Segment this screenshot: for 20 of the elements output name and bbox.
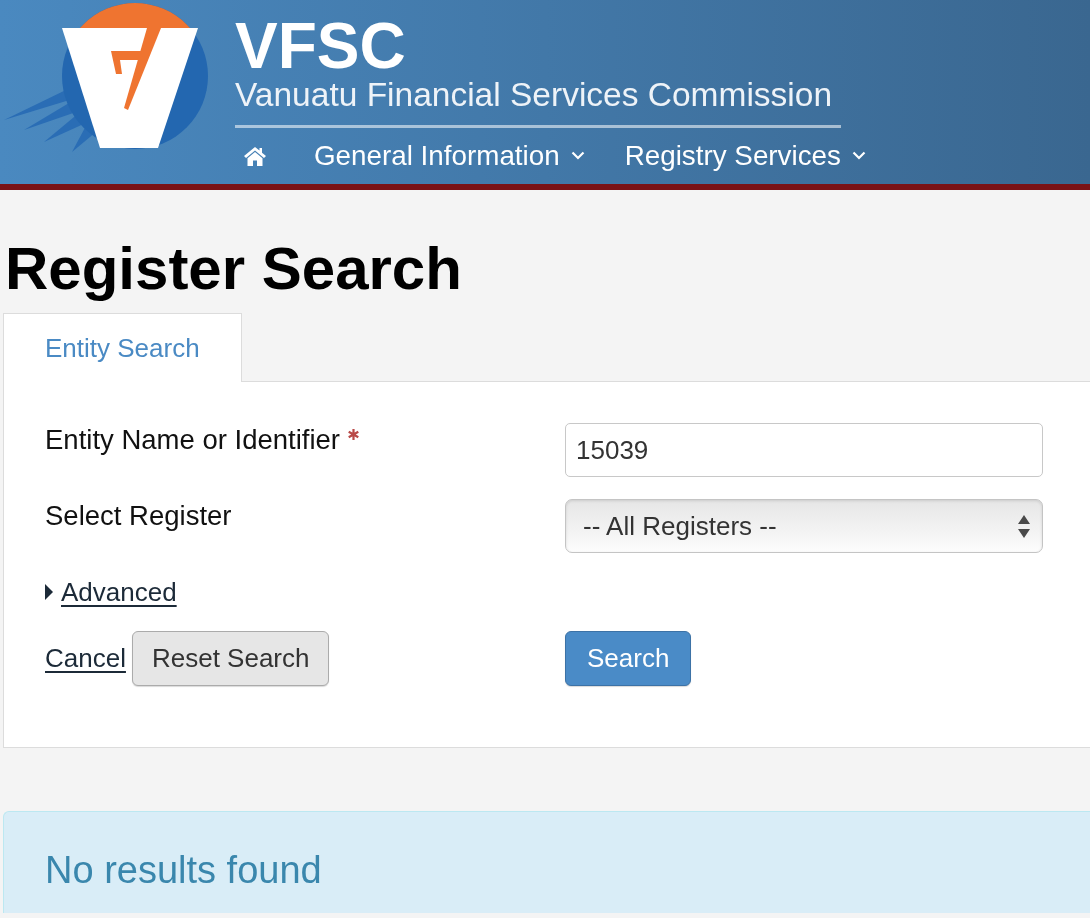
nav-menu-link[interactable]: General Information <box>314 138 585 173</box>
field-label: Entity Name or Identifier <box>45 423 340 457</box>
page-title: Register Search <box>5 236 463 302</box>
logo-title: VFSC <box>235 14 406 78</box>
logo-subtitle: Vanuatu Financial Services Commission <box>235 78 833 112</box>
select-field[interactable]: -- All Registers -- <box>565 499 1043 553</box>
tab[interactable]: Entity Search <box>3 313 242 382</box>
up-down-arrows-icon <box>1018 514 1030 538</box>
text-input-field[interactable]: 15039 <box>565 423 1043 477</box>
search-button[interactable]: Search <box>565 631 692 686</box>
alert-message: No results found <box>45 848 322 893</box>
caret-icon <box>45 584 53 600</box>
chevron-down-icon <box>851 151 866 160</box>
reset-search-button[interactable]: Reset Search <box>131 631 330 686</box>
advanced-toggle[interactable]: Advanced <box>45 575 177 609</box>
nav-menu-link[interactable]: Registry Services <box>624 138 866 173</box>
home-icon[interactable] <box>243 145 267 166</box>
cancel-link[interactable]: Cancel <box>45 643 126 674</box>
chevron-down-icon <box>570 151 585 160</box>
field-label: Select Register <box>45 499 232 533</box>
